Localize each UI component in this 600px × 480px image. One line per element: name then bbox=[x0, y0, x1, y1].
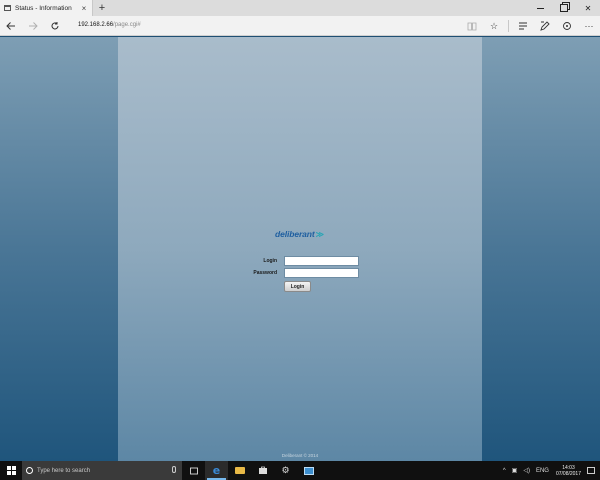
arrow-left-icon bbox=[6, 21, 15, 30]
taskbar-store[interactable] bbox=[251, 461, 274, 480]
cortana-icon bbox=[26, 467, 33, 474]
store-icon bbox=[258, 466, 267, 474]
address-path: /page.cgi# bbox=[113, 22, 141, 28]
address-bar[interactable]: 192.168.2.66/page.cgi# bbox=[78, 18, 473, 33]
more-button[interactable]: ··· bbox=[578, 16, 600, 36]
favorite-button[interactable]: ☆ bbox=[483, 16, 505, 36]
taskbar: Type here to search e ⚙ ^ ▣ ◁) ENG 14:03… bbox=[0, 461, 600, 480]
login-panel: deliberant≫ Login Password Login Deliber… bbox=[118, 37, 482, 461]
start-button[interactable] bbox=[0, 461, 22, 480]
notifications-icon[interactable] bbox=[587, 467, 595, 474]
arrow-right-icon bbox=[29, 21, 38, 30]
tab-title: Status - Information bbox=[15, 4, 72, 12]
back-button[interactable] bbox=[0, 16, 22, 36]
toolbar-divider bbox=[508, 20, 509, 32]
network-icon[interactable]: ▣ bbox=[509, 467, 521, 474]
task-view-button[interactable] bbox=[182, 461, 205, 480]
password-label: Password bbox=[253, 270, 277, 276]
browser-tab[interactable]: Status - Information × bbox=[0, 0, 93, 16]
refresh-button[interactable] bbox=[44, 16, 66, 36]
web-note-button[interactable] bbox=[534, 16, 556, 36]
volume-icon[interactable]: ◁) bbox=[520, 467, 533, 474]
microphone-icon[interactable] bbox=[172, 466, 176, 473]
refresh-icon bbox=[51, 21, 59, 29]
folder-icon bbox=[234, 467, 245, 474]
close-tab-icon[interactable]: × bbox=[79, 4, 89, 13]
minimize-button[interactable] bbox=[528, 0, 552, 16]
pen-icon bbox=[540, 21, 550, 31]
star-icon: ☆ bbox=[489, 20, 499, 31]
address-host: 192.168.2.66 bbox=[78, 22, 114, 28]
page-icon bbox=[4, 5, 11, 11]
restore-button[interactable] bbox=[552, 0, 576, 16]
taskbar-file-explorer[interactable] bbox=[228, 461, 251, 480]
browser-toolbar: ☆ ··· bbox=[461, 16, 600, 36]
page-background: deliberant≫ Login Password Login Deliber… bbox=[0, 37, 600, 461]
task-view-icon bbox=[189, 467, 198, 474]
taskbar-network-app[interactable] bbox=[297, 461, 320, 480]
window-controls: ✕ bbox=[528, 0, 600, 16]
password-input[interactable] bbox=[284, 268, 359, 278]
deliberant-logo: deliberant≫ bbox=[275, 229, 324, 239]
logo-text: deliberant bbox=[275, 229, 315, 239]
close-window-button[interactable]: ✕ bbox=[576, 0, 600, 16]
reading-view-button[interactable] bbox=[461, 16, 483, 36]
clock[interactable]: 14:03 07/08/2017 bbox=[552, 465, 585, 477]
navigation-bar: 192.168.2.66/page.cgi# ☆ ··· bbox=[0, 16, 600, 36]
search-placeholder: Type here to search bbox=[37, 467, 91, 474]
forward-button[interactable] bbox=[22, 16, 44, 36]
share-button[interactable] bbox=[556, 16, 578, 36]
copyright-footer: Deliberant © 2014 bbox=[281, 453, 319, 458]
login-input[interactable] bbox=[284, 256, 359, 266]
book-icon bbox=[467, 22, 477, 30]
windows-logo-icon bbox=[6, 466, 16, 475]
title-bar: Status - Information × + ✕ bbox=[0, 0, 600, 16]
chevron-up-icon[interactable]: ^ bbox=[500, 468, 509, 474]
clock-date: 07/08/2017 bbox=[555, 470, 581, 477]
taskbar-settings[interactable]: ⚙ bbox=[274, 461, 297, 480]
language-indicator[interactable]: ENG bbox=[533, 468, 552, 474]
logo-arrow-icon: ≫ bbox=[315, 230, 324, 239]
new-tab-button[interactable]: + bbox=[96, 1, 108, 15]
taskbar-search[interactable]: Type here to search bbox=[22, 461, 182, 480]
edge-icon: e bbox=[212, 464, 221, 477]
more-icon: ··· bbox=[584, 21, 594, 31]
taskbar-edge[interactable]: e bbox=[205, 461, 228, 480]
system-tray: ^ ▣ ◁) ENG 14:03 07/08/2017 bbox=[500, 461, 600, 480]
hub-icon bbox=[519, 22, 527, 30]
network-app-icon bbox=[303, 466, 314, 475]
gear-icon: ⚙ bbox=[281, 465, 290, 475]
login-label: Login bbox=[263, 258, 277, 264]
login-button[interactable]: Login bbox=[284, 281, 311, 292]
hub-button[interactable] bbox=[512, 16, 534, 36]
share-icon bbox=[563, 22, 571, 30]
